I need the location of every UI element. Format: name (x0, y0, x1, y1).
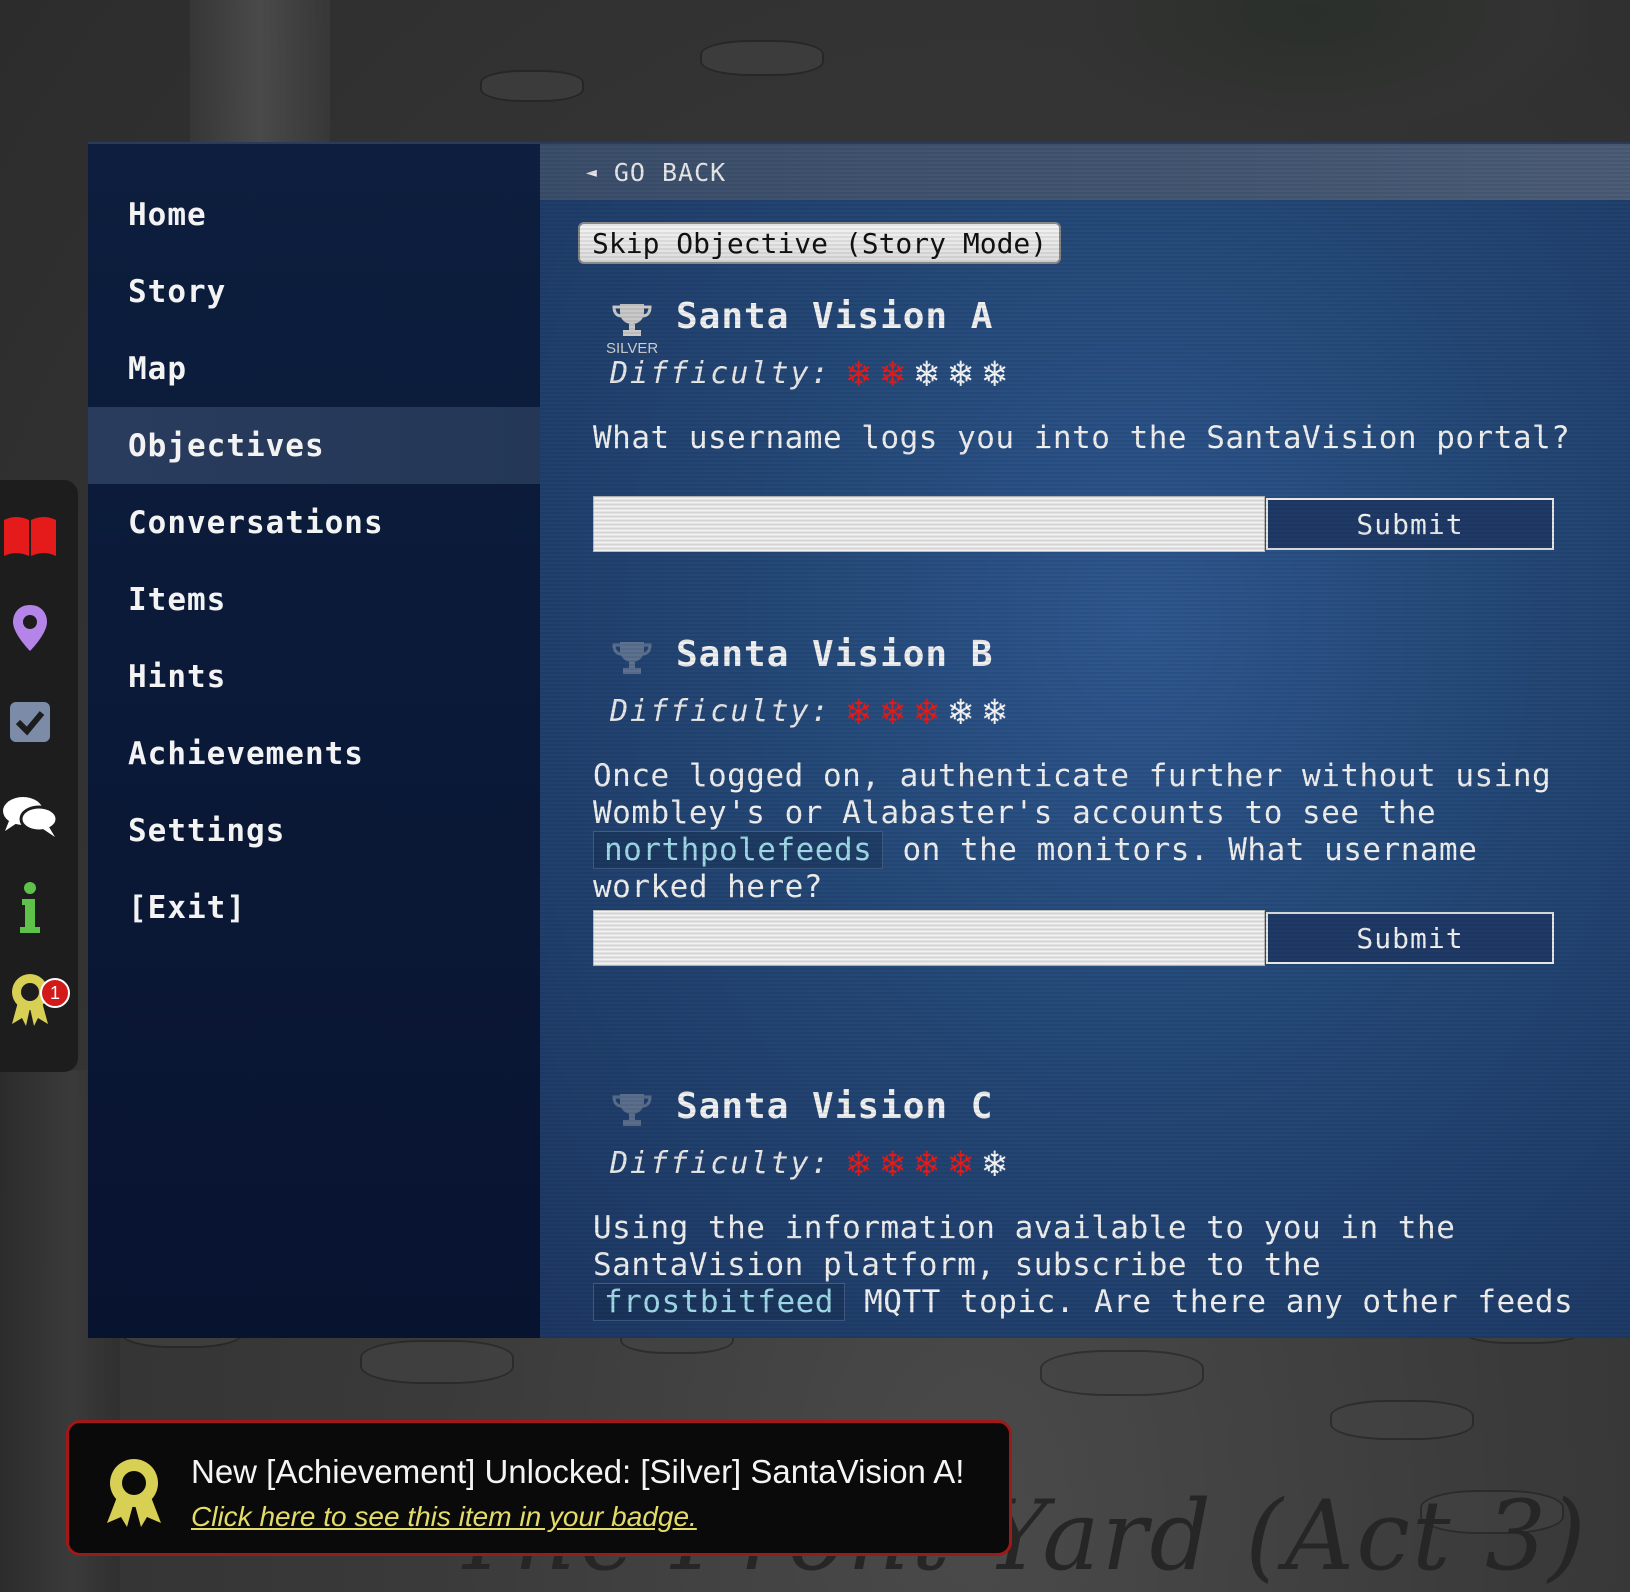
trophy-icon (612, 642, 652, 674)
question-text: Using the information available to you i… (593, 1210, 1456, 1283)
difficulty-row: Difficulty: ❄ ❄ ❄ ❄ ❄ (610, 692, 1013, 730)
difficulty-rating: ❄ ❄ ❄ ❄ ❄ (843, 354, 1013, 392)
sidebar-item-home[interactable]: Home (88, 176, 540, 253)
book-icon[interactable] (0, 506, 60, 566)
trophy-icon (612, 304, 652, 336)
snowflake-icon: ❄ (915, 351, 941, 395)
snowflake-icon: ❄ (983, 1141, 1009, 1185)
sidebar-item-achievements[interactable]: Achievements (88, 715, 540, 792)
badge-ribbon-icon (107, 1459, 161, 1527)
difficulty-row: Difficulty: ❄ ❄ ❄ ❄ ❄ (610, 354, 1013, 392)
sidebar-item-story[interactable]: Story (88, 253, 540, 330)
difficulty-label: Difficulty: (610, 1145, 831, 1181)
objective-question: What username logs you into the SantaVis… (593, 420, 1571, 456)
background-rock (700, 40, 824, 76)
snowflake-icon: ❄ (847, 351, 873, 395)
question-text: MQTT topic. Are there any other feeds (864, 1284, 1574, 1320)
snowflake-icon: ❄ (915, 689, 941, 733)
sidebar-nav: Home Story Map Objectives Conversations … (88, 144, 540, 1338)
go-back-button[interactable]: ◄ GO BACK (540, 144, 1630, 200)
difficulty-row: Difficulty: ❄ ❄ ❄ ❄ ❄ (610, 1144, 1013, 1182)
answer-input[interactable] (593, 496, 1265, 552)
objectives-content: ◄ GO BACK Skip Objective (Story Mode) SI… (540, 144, 1630, 1338)
go-back-label: GO BACK (613, 157, 727, 187)
background-creature (1030, 0, 1590, 140)
achievement-toast[interactable]: New [Achievement] Unlocked: [Silver] San… (66, 1420, 1012, 1556)
sidebar-item-objectives[interactable]: Objectives (88, 407, 540, 484)
notification-count-badge: 1 (40, 978, 70, 1008)
objective-question: Once logged on, authenticate further wit… (593, 758, 1583, 906)
snowflake-icon: ❄ (983, 351, 1009, 395)
background-rock (1040, 1350, 1204, 1396)
sidebar-item-conversations[interactable]: Conversations (88, 484, 540, 561)
objective-title: Santa Vision A (676, 296, 994, 337)
snowflake-icon: ❄ (949, 1141, 975, 1185)
background-tree (190, 0, 330, 150)
back-arrow-icon: ◄ (586, 161, 598, 183)
info-icon[interactable] (0, 878, 60, 938)
background-rock (360, 1340, 514, 1384)
objective-question: Using the information available to you i… (593, 1210, 1583, 1321)
snowflake-icon: ❄ (881, 351, 907, 395)
objectives-panel: Home Story Map Objectives Conversations … (88, 142, 1630, 1338)
sidebar-item-items[interactable]: Items (88, 561, 540, 638)
difficulty-rating: ❄ ❄ ❄ ❄ ❄ (843, 692, 1013, 730)
checkbox-icon[interactable] (0, 692, 60, 752)
difficulty-label: Difficulty: (610, 693, 831, 729)
snowflake-icon: ❄ (949, 351, 975, 395)
snowflake-icon: ❄ (847, 1141, 873, 1185)
sidebar-item-map[interactable]: Map (88, 330, 540, 407)
sidebar-item-hints[interactable]: Hints (88, 638, 540, 715)
snowflake-icon: ❄ (847, 689, 873, 733)
trophy-icon (612, 1094, 652, 1126)
toast-badge-link[interactable]: Click here to see this item in your badg… (191, 1501, 697, 1533)
map-pin-icon[interactable] (0, 598, 60, 658)
difficulty-rating: ❄ ❄ ❄ ❄ ❄ (843, 1144, 1013, 1182)
snowflake-icon: ❄ (881, 1141, 907, 1185)
background-rock (1330, 1400, 1474, 1440)
submit-button[interactable]: Submit (1266, 912, 1554, 964)
answer-input[interactable] (593, 910, 1265, 966)
chat-bubbles-icon[interactable] (0, 786, 60, 846)
snowflake-icon: ❄ (949, 689, 975, 733)
code-snippet: northpolefeeds (593, 831, 884, 869)
toast-title: New [Achievement] Unlocked: [Silver] San… (191, 1453, 965, 1490)
submit-button[interactable]: Submit (1266, 498, 1554, 550)
sidebar-item-settings[interactable]: Settings (88, 792, 540, 869)
sidebar-item-exit[interactable]: [Exit] (88, 869, 540, 946)
question-text: Once logged on, authenticate further wit… (593, 758, 1552, 831)
snowflake-icon: ❄ (915, 1141, 941, 1185)
snowflake-icon: ❄ (881, 689, 907, 733)
code-snippet: frostbitfeed (593, 1283, 845, 1321)
difficulty-label: Difficulty: (610, 355, 831, 391)
skip-objective-button[interactable]: Skip Objective (Story Mode) (578, 222, 1062, 264)
objective-title: Santa Vision B (676, 634, 994, 675)
background-rock (480, 70, 584, 102)
snowflake-icon: ❄ (983, 689, 1009, 733)
objective-title: Santa Vision C (676, 1086, 994, 1127)
